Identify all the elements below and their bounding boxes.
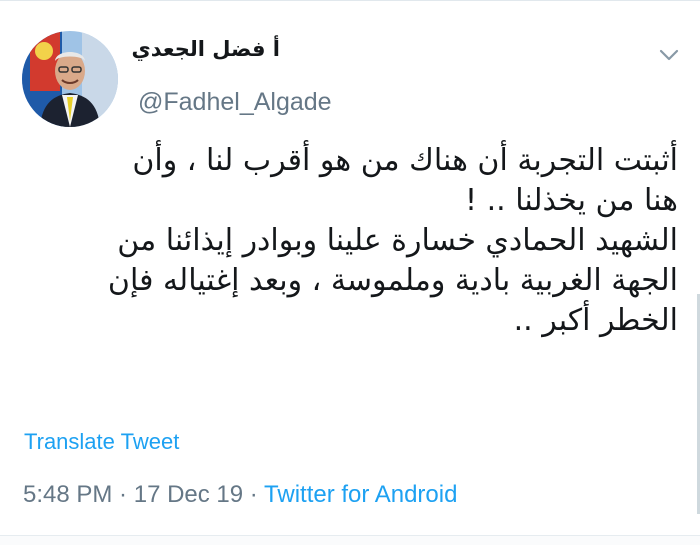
tweet-source-link[interactable]: Twitter for Android xyxy=(264,481,457,508)
tweet-text-line: هنا من يخذلنا .. ! xyxy=(465,183,678,218)
profile-photo-image xyxy=(22,31,118,127)
tweet-text-line: الخطر أكبر .. xyxy=(513,303,678,338)
meta-separator: · xyxy=(112,481,134,508)
translate-tweet-link[interactable]: Translate Tweet xyxy=(24,429,179,455)
divider xyxy=(0,535,700,545)
chevron-down-icon[interactable] xyxy=(659,47,679,61)
tweet-text: أثبتت التجربة أن هناك من هو أقرب لنا ، و… xyxy=(20,141,678,341)
author-handle[interactable]: @Fadhel_Algade xyxy=(138,88,332,117)
tweet-text-line: الشهيد الحمادي خسارة علينا وبوادر إيذائن… xyxy=(117,223,678,258)
tweet-time: 5:48 PM xyxy=(23,481,113,508)
author-display-name[interactable]: أ فضل الجعدي xyxy=(132,37,280,61)
avatar[interactable] xyxy=(22,31,118,127)
tweet-detail: أ فضل الجعدي @Fadhel_Algade أثبتت التجرب… xyxy=(0,0,700,545)
tweet-date: 17 Dec 19 xyxy=(133,481,244,508)
tweet-text-line: أثبتت التجربة أن هناك من هو أقرب لنا ، و… xyxy=(132,143,678,178)
meta-separator: · xyxy=(243,481,265,508)
tweet-metadata: 5:48 PM · 17 Dec 19 · Twitter for Androi… xyxy=(23,481,457,509)
tweet-text-line: الجهة الغربية بادية وملموسة ، وبعد إغتيا… xyxy=(107,263,678,298)
